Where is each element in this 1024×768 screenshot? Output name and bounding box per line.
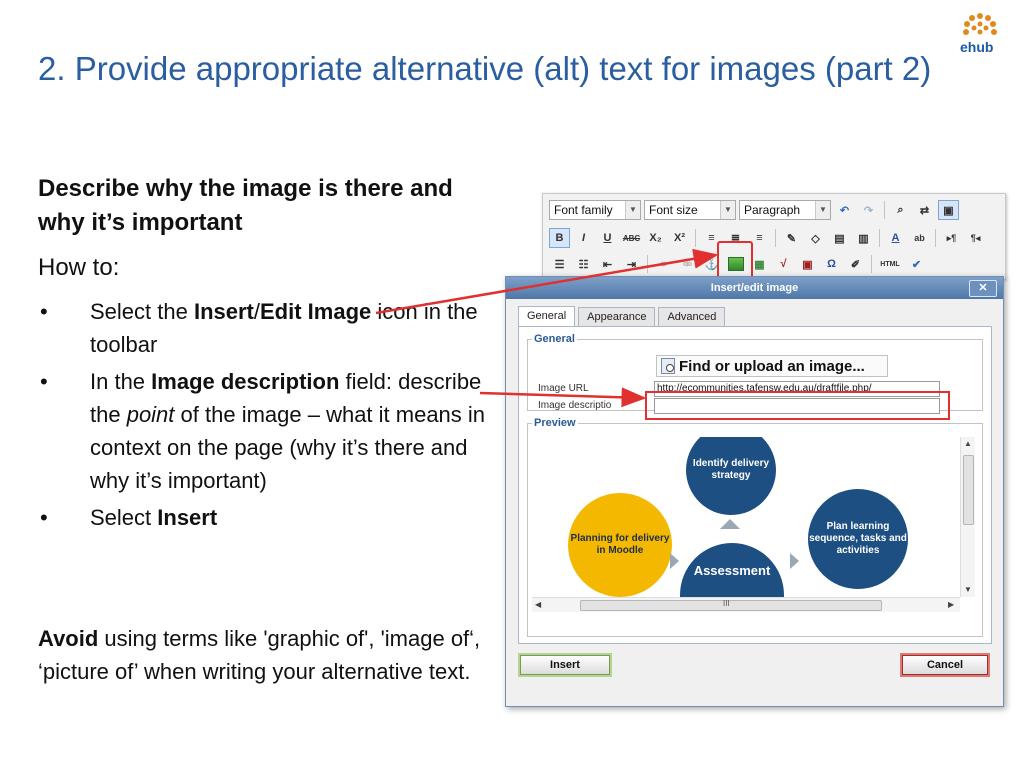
cancel-button[interactable]: Cancel bbox=[902, 655, 988, 675]
preview-legend: Preview bbox=[534, 417, 576, 429]
highlight-icon[interactable]: ab bbox=[909, 228, 930, 248]
vertical-scrollbar[interactable]: ▲ ▼ bbox=[960, 437, 975, 597]
general-legend: General bbox=[534, 333, 575, 345]
up-arrow-icon bbox=[720, 519, 740, 529]
paragraph-select[interactable]: Paragraph ▼ bbox=[739, 200, 831, 220]
paste-word-icon[interactable]: ▥ bbox=[853, 228, 874, 248]
instruction-list: Select the Insert/Edit Image icon in the… bbox=[38, 295, 488, 538]
html-source-icon[interactable]: HTML bbox=[877, 254, 903, 274]
spellcheck-icon[interactable]: ✔ bbox=[906, 254, 927, 274]
bullet-list-icon[interactable]: ☰ bbox=[549, 254, 570, 274]
list-item: Select Insert bbox=[38, 501, 488, 534]
redo-icon[interactable]: ↷ bbox=[858, 200, 879, 220]
editor-toolbar: Font family ▼ Font size ▼ Paragraph ▼ ↶ ↷ ⌕… bbox=[542, 193, 1006, 280]
eraser-icon[interactable]: ◇ bbox=[805, 228, 826, 248]
assessment-circle: Assessment bbox=[680, 543, 784, 597]
undo-icon[interactable]: ↶ bbox=[834, 200, 855, 220]
subscript-button[interactable]: X₂ bbox=[645, 228, 666, 248]
right-arrow-icon bbox=[670, 553, 679, 569]
image-url-label: Image URL bbox=[538, 383, 589, 394]
identify-circle: Identify delivery strategy bbox=[686, 437, 776, 515]
planning-circle: Planning for delivery in Moodle bbox=[568, 493, 672, 597]
preview-image: Identify delivery strategy Planning for … bbox=[532, 437, 960, 597]
insert-edit-image-dialog: Insert/edit image ✕ General Appearance A… bbox=[505, 276, 1004, 707]
underline-button[interactable]: U bbox=[597, 228, 618, 248]
font-size-select[interactable]: Font size ▼ bbox=[644, 200, 736, 220]
find-icon[interactable]: ⌕ bbox=[890, 200, 911, 220]
unlink-icon[interactable]: ⚮ bbox=[677, 254, 698, 274]
preview-fieldset: Preview Identify delivery strategy Plann… bbox=[527, 417, 983, 637]
numbered-list-icon[interactable]: ☷ bbox=[573, 254, 594, 274]
dialog-title-bar: Insert/edit image ✕ bbox=[506, 277, 1003, 299]
list-item: In the Image description field: describe… bbox=[38, 365, 488, 497]
rtl-icon[interactable]: ¶◂ bbox=[965, 228, 986, 248]
avoid-note: Avoid using terms like 'graphic of', 'im… bbox=[38, 626, 481, 684]
plan-learning-circle: Plan learning sequence, tasks and activi… bbox=[808, 489, 908, 589]
find-upload-button[interactable]: Find or upload an image... bbox=[656, 355, 888, 377]
horizontal-scroll-thumb[interactable]: III bbox=[580, 599, 882, 611]
scroll-up-icon[interactable]: ▲ bbox=[964, 439, 972, 448]
equation-icon[interactable]: √ bbox=[773, 254, 794, 274]
image-description-label: Image descriptio bbox=[538, 400, 612, 411]
general-panel: General Find or upload an image... Image… bbox=[518, 326, 992, 644]
omega-icon[interactable]: Ω bbox=[821, 254, 842, 274]
vertical-scroll-thumb[interactable] bbox=[963, 455, 974, 525]
horizontal-scrollbar[interactable]: ◀ III ▶ bbox=[532, 597, 960, 612]
indent-icon[interactable]: ⇥ bbox=[621, 254, 642, 274]
description-highlight bbox=[645, 391, 950, 420]
list-item: Select the Insert/Edit Image icon in the… bbox=[38, 295, 488, 361]
slide-title: 2. Provide appropriate alternative (alt)… bbox=[38, 50, 932, 87]
fullscreen-icon[interactable]: ▣ bbox=[938, 200, 959, 220]
text-color-icon[interactable]: A bbox=[885, 228, 906, 248]
close-icon[interactable]: ✕ bbox=[969, 280, 997, 297]
tab-appearance[interactable]: Appearance bbox=[578, 307, 656, 327]
scroll-right-icon[interactable]: ▶ bbox=[948, 600, 954, 609]
paste-icon[interactable]: ▤ bbox=[829, 228, 850, 248]
howto-label: How to: bbox=[38, 254, 120, 281]
ltr-icon[interactable]: ▸¶ bbox=[941, 228, 962, 248]
cleanup-icon[interactable]: ✎ bbox=[781, 228, 802, 248]
replace-icon[interactable]: ⇄ bbox=[914, 200, 935, 220]
italic-button[interactable]: I bbox=[573, 228, 594, 248]
edit-icon[interactable]: ✐ bbox=[845, 254, 866, 274]
moodle-media-icon[interactable]: ▣ bbox=[797, 254, 818, 274]
right-arrow-icon bbox=[790, 553, 799, 569]
tab-general[interactable]: General bbox=[518, 306, 576, 328]
tab-advanced[interactable]: Advanced bbox=[658, 307, 726, 327]
file-picker-icon bbox=[661, 358, 675, 374]
lead-heading: Describe why the image is there and why … bbox=[38, 175, 453, 236]
scroll-down-icon[interactable]: ▼ bbox=[964, 585, 972, 594]
dialog-title: Insert/edit image bbox=[710, 282, 799, 294]
bold-button[interactable]: B bbox=[549, 228, 570, 248]
insert-button[interactable]: Insert bbox=[520, 655, 610, 675]
scroll-left-icon[interactable]: ◀ bbox=[535, 600, 541, 609]
outdent-icon[interactable]: ⇤ bbox=[597, 254, 618, 274]
toolbar-highlight bbox=[717, 241, 753, 281]
font-family-select[interactable]: Font family ▼ bbox=[549, 200, 641, 220]
superscript-button[interactable]: X² bbox=[669, 228, 690, 248]
strikethrough-button[interactable]: ABC bbox=[621, 228, 642, 248]
link-icon[interactable]: ⚭ bbox=[653, 254, 674, 274]
